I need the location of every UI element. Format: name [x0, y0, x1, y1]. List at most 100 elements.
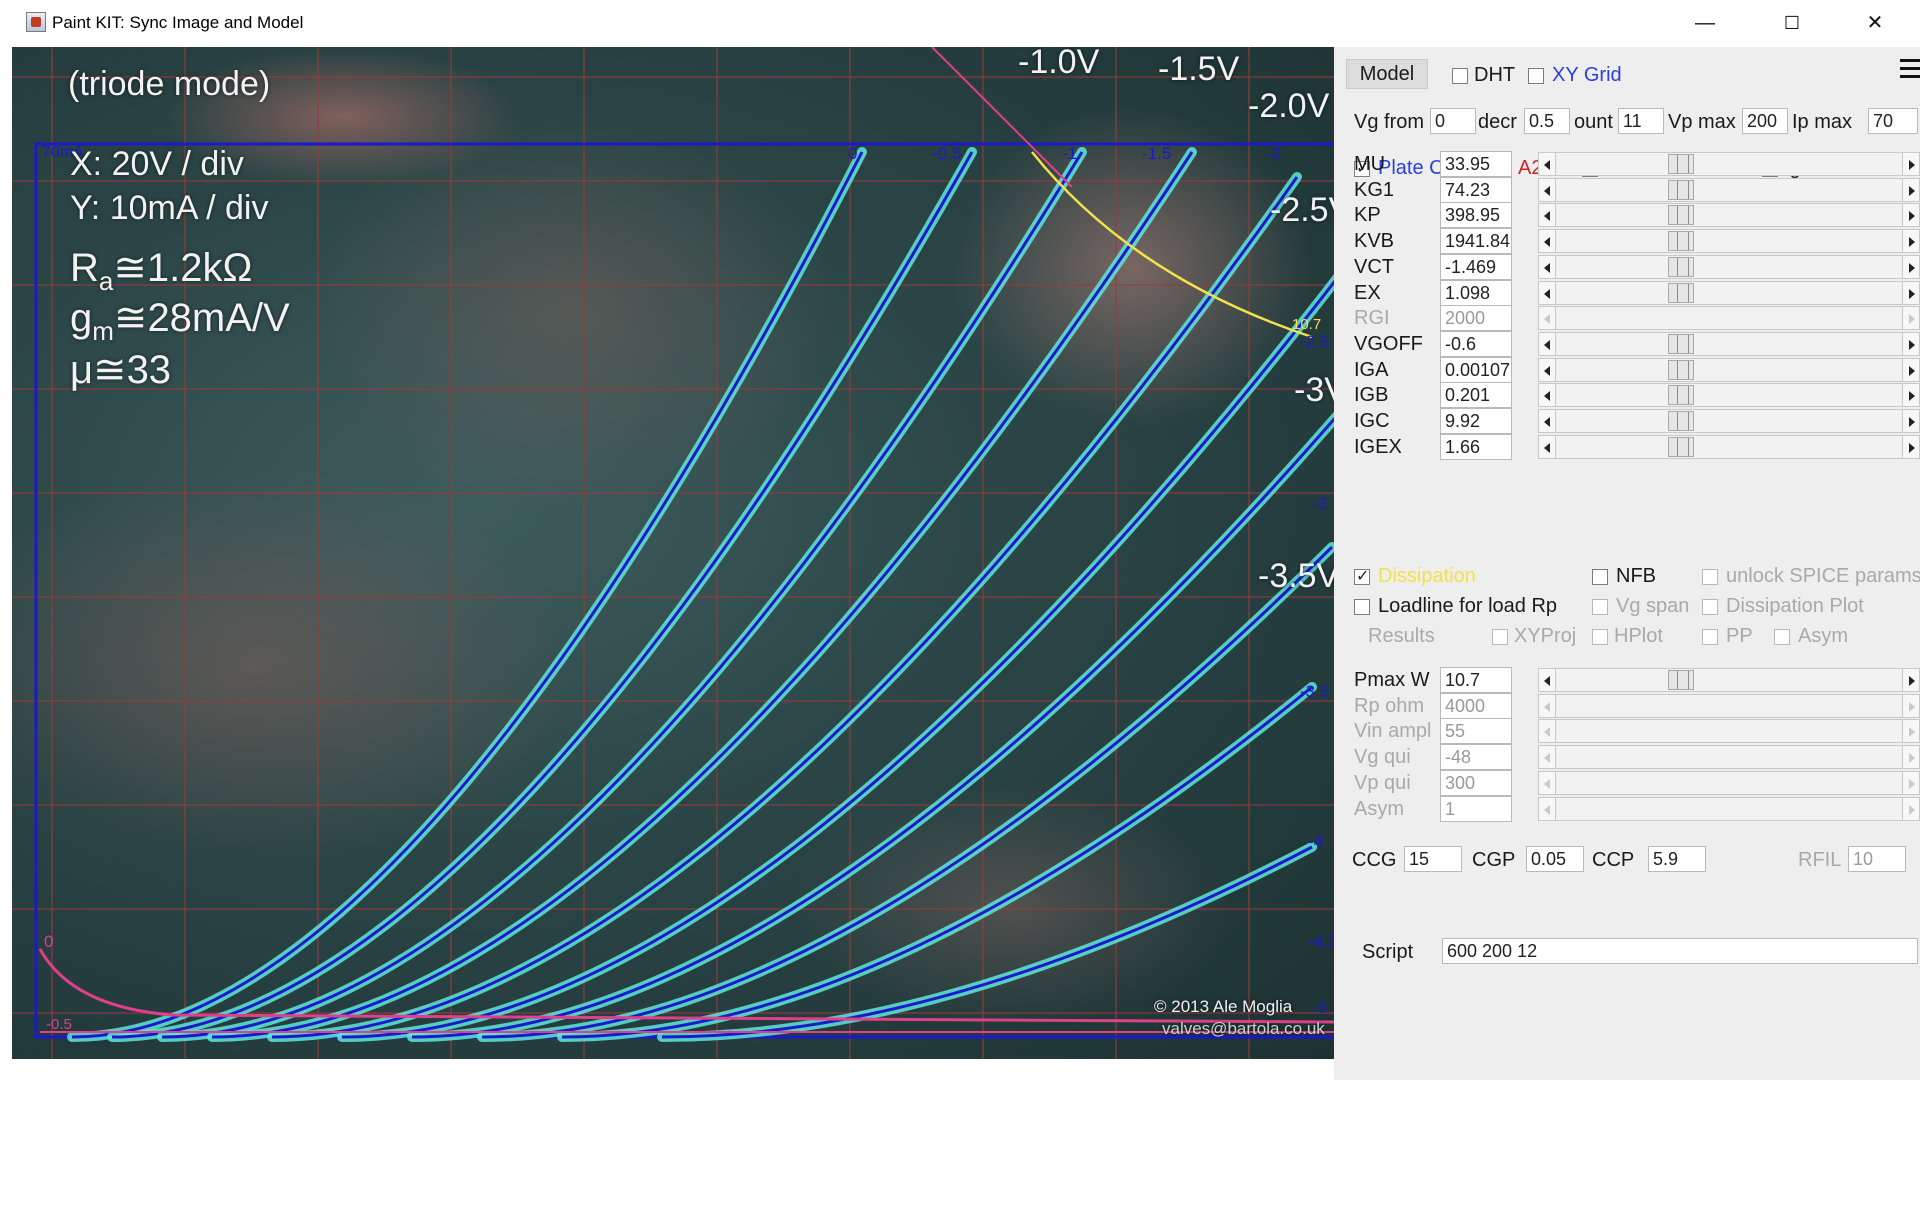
- param-slider-kg1[interactable]: [1538, 177, 1920, 202]
- slider-track[interactable]: [1556, 357, 1902, 382]
- slider-track[interactable]: [1556, 229, 1902, 254]
- param-input-kg1[interactable]: 74.23: [1440, 176, 1512, 203]
- loadline-checkbox[interactable]: [1354, 599, 1370, 615]
- param-input-kp[interactable]: 398.95: [1440, 202, 1512, 229]
- slider-right-arrow-icon[interactable]: [1902, 668, 1920, 692]
- slider-left-arrow-icon[interactable]: [1538, 306, 1556, 331]
- slider-left-arrow-icon[interactable]: [1538, 357, 1556, 382]
- ip-max-input[interactable]: 70: [1868, 108, 1918, 134]
- cgp-input[interactable]: 0.05: [1526, 846, 1584, 872]
- script-input[interactable]: 600 200 12: [1442, 938, 1918, 964]
- slider-left-arrow-icon[interactable]: [1538, 177, 1556, 202]
- slider-left-arrow-icon[interactable]: [1538, 434, 1556, 459]
- slider-right-arrow-icon[interactable]: [1902, 745, 1920, 770]
- param-slider-ex[interactable]: [1538, 280, 1920, 305]
- slider-right-arrow-icon[interactable]: [1902, 693, 1920, 718]
- param-slider-kp[interactable]: [1538, 203, 1920, 228]
- param-slider-rp-ohm[interactable]: [1538, 693, 1920, 718]
- slider-left-arrow-icon[interactable]: [1538, 383, 1556, 408]
- vg-span-checkbox[interactable]: [1592, 599, 1608, 615]
- slider-track[interactable]: [1556, 796, 1902, 821]
- slider-thumb[interactable]: [1668, 359, 1694, 380]
- slider-track[interactable]: [1556, 306, 1902, 331]
- slider-right-arrow-icon[interactable]: [1902, 152, 1920, 176]
- slider-track[interactable]: [1556, 331, 1902, 356]
- slider-thumb[interactable]: [1668, 436, 1694, 457]
- pp-checkbox[interactable]: [1702, 629, 1718, 645]
- slider-track[interactable]: [1556, 434, 1902, 459]
- param-input-vp-qui[interactable]: 300: [1440, 769, 1512, 796]
- param-slider-vin-ampl[interactable]: [1538, 719, 1920, 744]
- param-slider-vp-qui[interactable]: [1538, 770, 1920, 795]
- rfil-input[interactable]: 10: [1848, 846, 1906, 872]
- param-input-vg-qui[interactable]: -48: [1440, 744, 1512, 771]
- param-input-rgi[interactable]: 2000: [1440, 305, 1512, 332]
- decr-input[interactable]: 0.5: [1524, 108, 1570, 134]
- slider-track[interactable]: [1556, 409, 1902, 433]
- slider-left-arrow-icon[interactable]: [1538, 745, 1556, 770]
- slider-left-arrow-icon[interactable]: [1538, 331, 1556, 356]
- param-slider-vgoff[interactable]: [1538, 331, 1920, 356]
- param-slider-mu[interactable]: [1538, 152, 1920, 176]
- param-input-asym[interactable]: 1: [1440, 795, 1512, 822]
- slider-right-arrow-icon[interactable]: [1902, 434, 1920, 459]
- slider-right-arrow-icon[interactable]: [1902, 229, 1920, 254]
- slider-right-arrow-icon[interactable]: [1902, 719, 1920, 744]
- plot-canvas[interactable]: 70mA 0 -0.5 -1 -1.5 -2 -2.5 -3 -3.5 -4 -4.5 -5 10.7 0…: [12, 47, 1334, 1059]
- slider-left-arrow-icon[interactable]: [1538, 668, 1556, 692]
- slider-left-arrow-icon[interactable]: [1538, 719, 1556, 744]
- slider-right-arrow-icon[interactable]: [1902, 409, 1920, 433]
- dht-checkbox[interactable]: [1452, 68, 1468, 84]
- vp-max-input[interactable]: 200: [1742, 108, 1788, 134]
- slider-thumb[interactable]: [1668, 154, 1694, 174]
- param-input-mu[interactable]: 33.95: [1440, 151, 1512, 177]
- param-slider-rgi[interactable]: [1538, 306, 1920, 331]
- xy-grid-checkbox[interactable]: [1528, 68, 1544, 84]
- param-slider-pmax-w[interactable]: [1538, 668, 1920, 692]
- param-slider-iga[interactable]: [1538, 357, 1920, 382]
- slider-left-arrow-icon[interactable]: [1538, 796, 1556, 821]
- slider-track[interactable]: [1556, 152, 1902, 176]
- hplot-checkbox[interactable]: [1592, 629, 1608, 645]
- slider-right-arrow-icon[interactable]: [1902, 254, 1920, 279]
- slider-thumb[interactable]: [1668, 333, 1694, 354]
- tab-model[interactable]: Model: [1346, 59, 1428, 89]
- asym-checkbox[interactable]: [1774, 629, 1790, 645]
- slider-left-arrow-icon[interactable]: [1538, 693, 1556, 718]
- slider-left-arrow-icon[interactable]: [1538, 152, 1556, 176]
- slider-thumb[interactable]: [1668, 179, 1694, 200]
- slider-thumb[interactable]: [1668, 282, 1694, 303]
- nfb-checkbox[interactable]: [1592, 569, 1608, 585]
- slider-track[interactable]: [1556, 719, 1902, 744]
- slider-thumb[interactable]: [1668, 670, 1694, 690]
- count-input[interactable]: 11: [1618, 108, 1664, 134]
- param-slider-kvb[interactable]: [1538, 229, 1920, 254]
- slider-left-arrow-icon[interactable]: [1538, 280, 1556, 305]
- ccp-input[interactable]: 5.9: [1648, 846, 1706, 872]
- param-input-ex[interactable]: 1.098: [1440, 279, 1512, 306]
- maximize-button[interactable]: ☐: [1757, 0, 1827, 47]
- slider-right-arrow-icon[interactable]: [1902, 383, 1920, 408]
- slider-right-arrow-icon[interactable]: [1902, 331, 1920, 356]
- close-button[interactable]: ✕: [1840, 0, 1910, 47]
- slider-track[interactable]: [1556, 280, 1902, 305]
- param-slider-vg-qui[interactable]: [1538, 745, 1920, 770]
- slider-right-arrow-icon[interactable]: [1902, 177, 1920, 202]
- param-slider-igb[interactable]: [1538, 383, 1920, 408]
- param-input-igc[interactable]: 9.92: [1440, 408, 1512, 434]
- param-slider-igex[interactable]: [1538, 434, 1920, 459]
- dissipation-plot-checkbox[interactable]: [1702, 599, 1718, 615]
- param-input-pmax-w[interactable]: 10.7: [1440, 667, 1512, 693]
- param-slider-vct[interactable]: [1538, 254, 1920, 279]
- slider-right-arrow-icon[interactable]: [1902, 203, 1920, 228]
- slider-thumb[interactable]: [1668, 231, 1694, 252]
- slider-thumb[interactable]: [1668, 205, 1694, 226]
- slider-right-arrow-icon[interactable]: [1902, 796, 1920, 821]
- results-button[interactable]: Results: [1368, 625, 1435, 648]
- param-input-vgoff[interactable]: -0.6: [1440, 330, 1512, 357]
- slider-right-arrow-icon[interactable]: [1902, 357, 1920, 382]
- slider-left-arrow-icon[interactable]: [1538, 409, 1556, 433]
- slider-thumb[interactable]: [1668, 411, 1694, 431]
- param-slider-asym[interactable]: [1538, 796, 1920, 821]
- param-input-iga[interactable]: 0.00107: [1440, 356, 1512, 383]
